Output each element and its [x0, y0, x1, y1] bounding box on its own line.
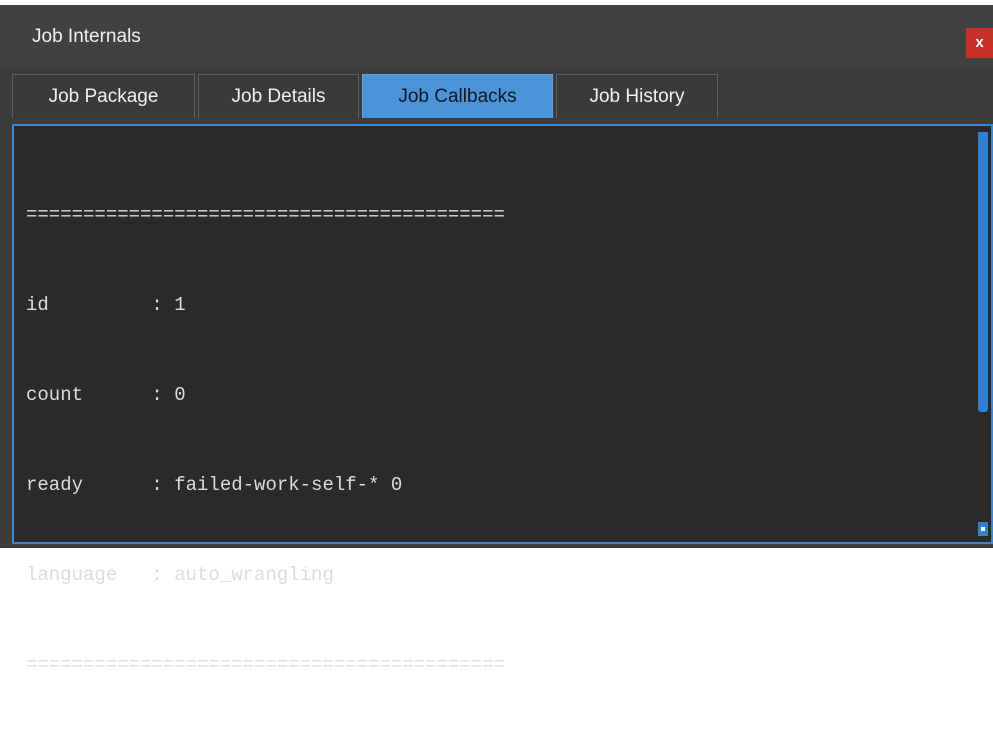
scroll-down-icon [981, 527, 985, 531]
title-bar: Job Internals x [0, 5, 993, 67]
log-line: ========================================… [26, 204, 505, 226]
tab-job-callbacks[interactable]: Job Callbacks [362, 74, 553, 118]
close-button[interactable]: x [966, 28, 993, 58]
log-line: id : 1 [26, 294, 186, 316]
scroll-down-button[interactable] [978, 522, 988, 536]
callbacks-text-area[interactable]: ========================================… [12, 124, 993, 676]
log-line: count : 0 [26, 384, 186, 406]
job-internals-window: Job Internals x Job Package Job Details … [0, 5, 993, 676]
tab-job-package[interactable]: Job Package [12, 74, 195, 118]
log-line: ready : failed-work-self-* 0 [26, 474, 403, 496]
callbacks-log: ========================================… [26, 140, 505, 740]
scroll-thumb[interactable] [978, 132, 988, 412]
tab-job-history[interactable]: Job History [556, 74, 718, 118]
vertical-scrollbar[interactable] [977, 128, 989, 540]
window-title: Job Internals [32, 26, 141, 47]
tab-job-details[interactable]: Job Details [198, 74, 359, 118]
log-line: ========================================… [26, 654, 505, 676]
log-line: language : auto_wrangling [26, 564, 334, 586]
